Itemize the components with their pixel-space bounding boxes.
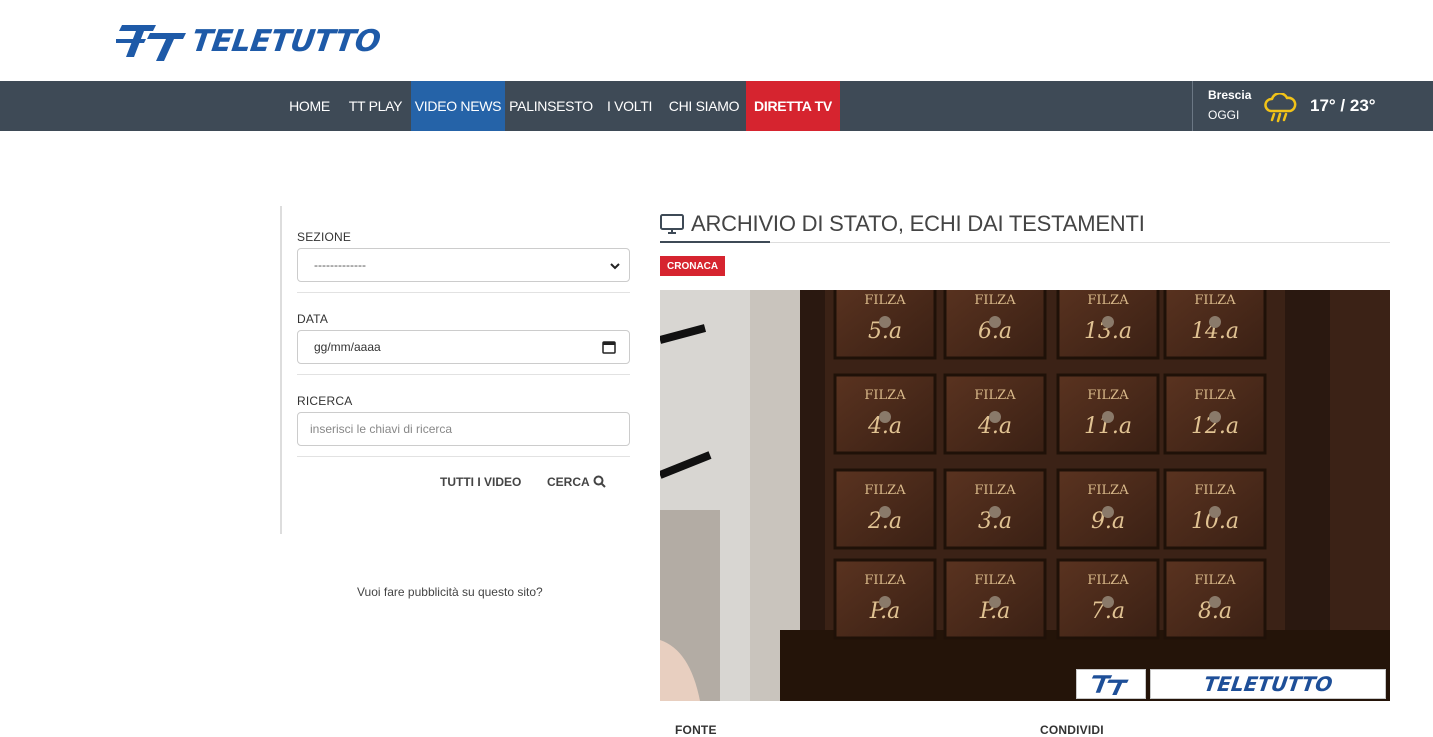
- drawer-label-top: FILZA: [1087, 388, 1129, 403]
- video-frame: FILZA5.aFILZA6.aFILZA13.aFILZA14.aFILZA4…: [660, 290, 1390, 701]
- title-underline: [660, 241, 770, 243]
- drawer-knob: [1209, 596, 1221, 608]
- drawer-label-top: FILZA: [1194, 293, 1236, 308]
- category-badge[interactable]: CRONACA: [660, 256, 726, 276]
- divider: [297, 292, 630, 293]
- search-input[interactable]: inserisci le chiavi di ricerca: [297, 412, 630, 446]
- drawer-label-top: FILZA: [864, 293, 906, 308]
- monitor-icon: [660, 214, 684, 234]
- nav-label: VIDEO NEWS: [414, 98, 502, 114]
- video-filter-panel: SEZIONE ------------- DATA gg/mm/aaaa RI…: [280, 206, 635, 534]
- divider: [297, 374, 630, 375]
- section-label: SEZIONE: [297, 230, 352, 244]
- nav-label: HOME: [289, 98, 330, 114]
- nav-item-palinsesto[interactable]: PALINSESTO: [505, 81, 597, 131]
- site-logo[interactable]: TELETUTTO: [116, 18, 383, 64]
- drawer-knob: [1209, 316, 1221, 328]
- drawer-label-top: FILZA: [864, 573, 906, 588]
- section-select-value: -------------: [314, 258, 366, 272]
- advertise-link[interactable]: Vuoi fare pubblicità su questo sito?: [357, 585, 543, 599]
- drawer-label-top: FILZA: [974, 573, 1016, 588]
- nav-label: CHI SIAMO: [668, 98, 740, 114]
- weather-temperature: 17° / 23°: [1310, 96, 1376, 115]
- drawer-label-top: FILZA: [864, 388, 906, 403]
- drawer-label-top: FILZA: [1087, 293, 1129, 308]
- chevron-down-icon: [610, 263, 620, 270]
- drawer-label-top: FILZA: [1194, 388, 1236, 403]
- main-nav: HOME TT PLAY VIDEO NEWS PALINSESTO I VOL…: [279, 81, 840, 131]
- video-watermark: TELETUTTO: [1076, 669, 1386, 699]
- divider: [297, 456, 630, 457]
- drawer-knob: [1102, 411, 1114, 423]
- article-header: ARCHIVIO DI STATO, ECHI DAI TESTAMENTI: [660, 209, 1390, 243]
- share-label: CONDIVIDI: [1040, 723, 1104, 737]
- drawer-knob: [879, 411, 891, 423]
- search-input-placeholder: inserisci le chiavi di ricerca: [310, 422, 453, 436]
- section-select[interactable]: -------------: [297, 248, 630, 282]
- search-button-label: CERCA: [547, 475, 590, 489]
- nav-label: TT PLAY: [348, 98, 403, 114]
- drawer-knob: [879, 506, 891, 518]
- watermark-text: TELETUTTO: [1202, 672, 1334, 696]
- drawer-knob: [1102, 596, 1114, 608]
- drawer-knob: [879, 316, 891, 328]
- nav-label: DIRETTA TV: [754, 98, 832, 114]
- search-icon: [593, 475, 606, 488]
- drawer-label-top: FILZA: [1087, 483, 1129, 498]
- drawer-label-top: FILZA: [974, 293, 1016, 308]
- drawer-knob: [989, 411, 1001, 423]
- drawer-label-top: FILZA: [974, 388, 1016, 403]
- nav-item-home[interactable]: HOME: [279, 81, 340, 131]
- search-button[interactable]: CERCA: [547, 475, 606, 489]
- nav-label: PALINSESTO: [509, 98, 593, 114]
- drawer-label-top: FILZA: [864, 483, 906, 498]
- watermark-text-box: TELETUTTO: [1150, 669, 1386, 699]
- tt-logo-icon: [116, 25, 186, 61]
- drawer-knob: [879, 596, 891, 608]
- drawer-label-top: FILZA: [1194, 573, 1236, 588]
- watermark-tt-icon: [1076, 669, 1146, 699]
- date-label: DATA: [297, 312, 329, 326]
- weather-widget: Brescia OGGI 17° / 23°: [1192, 81, 1376, 131]
- drawer-knob: [989, 316, 1001, 328]
- article-title: ARCHIVIO DI STATO, ECHI DAI TESTAMENTI: [691, 211, 1145, 236]
- calendar-icon[interactable]: [602, 340, 616, 354]
- drawer-knob: [1209, 411, 1221, 423]
- drawer-knob: [989, 596, 1001, 608]
- all-videos-button[interactable]: TUTTI I VIDEO: [440, 475, 521, 489]
- nav-item-diretta-tv[interactable]: DIRETTA TV: [746, 81, 840, 131]
- drawer-knob: [1209, 506, 1221, 518]
- search-label: RICERCA: [297, 394, 353, 408]
- nav-label: I VOLTI: [606, 98, 653, 114]
- drawer-knob: [1102, 316, 1114, 328]
- drawer-label-top: FILZA: [1087, 573, 1129, 588]
- source-label: FONTE: [675, 723, 717, 737]
- drawer-knob: [1102, 506, 1114, 518]
- rain-cloud-icon: [1264, 93, 1297, 123]
- main-navbar: HOME TT PLAY VIDEO NEWS PALINSESTO I VOL…: [0, 81, 1433, 131]
- date-input[interactable]: gg/mm/aaaa: [297, 330, 630, 364]
- weather-day: OGGI: [1208, 108, 1240, 122]
- nav-item-tt-play[interactable]: TT PLAY: [340, 81, 411, 131]
- logo-text: TELETUTTO: [189, 23, 383, 59]
- drawer-knob: [989, 506, 1001, 518]
- drawer-label-top: FILZA: [1194, 483, 1236, 498]
- weather-city: Brescia: [1208, 88, 1252, 102]
- nav-item-chi-siamo[interactable]: CHI SIAMO: [662, 81, 746, 131]
- drawer-label-top: FILZA: [974, 483, 1016, 498]
- video-player[interactable]: FILZA 5.a FILZA 6.a FILZA 13.a FILZA 14.a FILZA 4…: [660, 290, 1390, 701]
- date-input-placeholder: gg/mm/aaaa: [314, 340, 381, 354]
- nav-item-video-news[interactable]: VIDEO NEWS: [411, 81, 505, 131]
- nav-item-i-volti[interactable]: I VOLTI: [597, 81, 662, 131]
